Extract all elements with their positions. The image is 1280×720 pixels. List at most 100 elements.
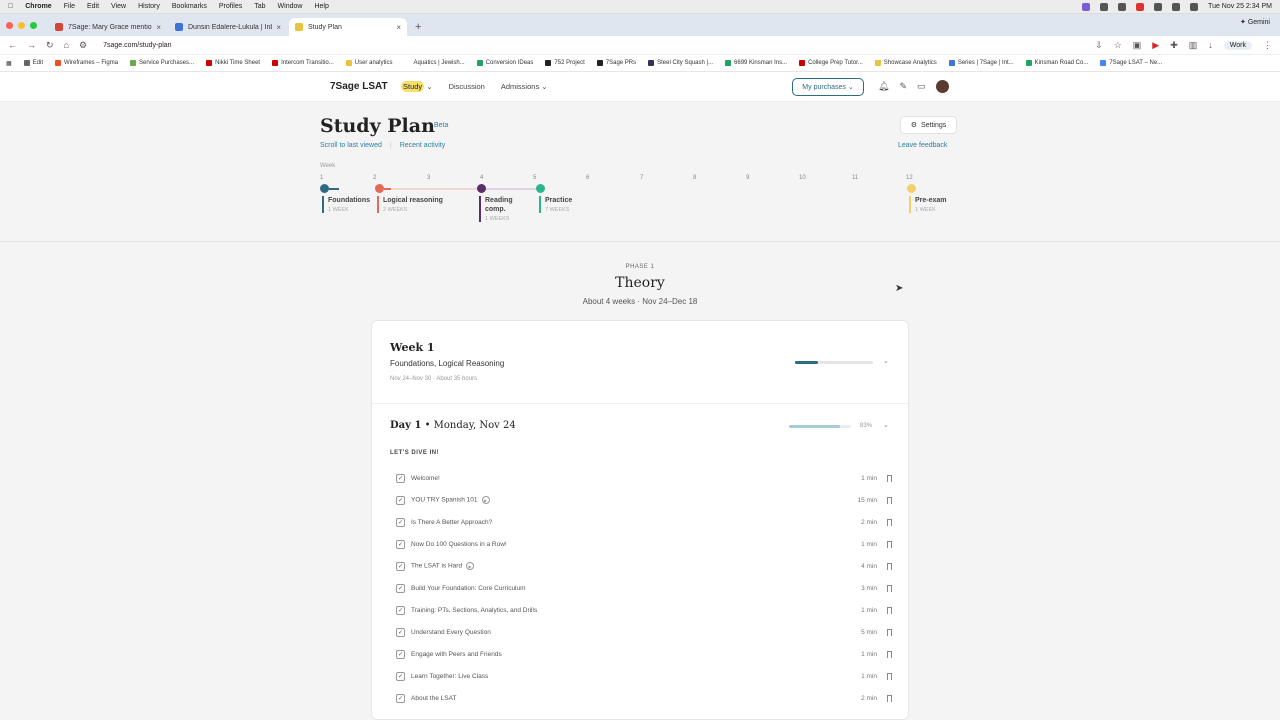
bookmark-item[interactable]: Aquatics | Jewish...	[404, 60, 465, 66]
bookmark-item[interactable]: Service Purchases...	[130, 60, 194, 66]
site-logo[interactable]: 7Sage LSAT	[330, 81, 388, 92]
lesson-row[interactable]: ✓ The LSAT is Hard ▶ 4 min	[396, 558, 892, 574]
bookmark-icon[interactable]	[887, 672, 892, 680]
lesson-checkbox[interactable]: ✓	[396, 561, 405, 571]
lesson-checkbox[interactable]: ✓	[396, 583, 405, 593]
menubar-clock[interactable]: Tue Nov 25 2:34 PM	[1208, 3, 1272, 10]
reload-icon[interactable]: ↻	[46, 40, 54, 51]
close-tab-icon[interactable]: ×	[276, 23, 281, 32]
lesson-row[interactable]: ✓ Is There A Better Approach? 2 min	[396, 514, 892, 530]
bookmark-item[interactable]: Kinsman Road Co...	[1025, 60, 1088, 66]
bookmark-item[interactable]: Conversion IDeas	[476, 60, 533, 66]
lesson-title[interactable]: Now Do 100 Questions in a Row!	[411, 541, 861, 548]
menu-file[interactable]: File	[64, 3, 75, 10]
bookmark-icon[interactable]	[887, 606, 892, 614]
leave-feedback-link[interactable]: Leave feedback	[898, 142, 947, 149]
menu-history[interactable]: History	[138, 3, 160, 10]
lesson-row[interactable]: ✓ About the LSAT 2 min	[396, 690, 892, 706]
close-tab-icon[interactable]: ×	[156, 23, 161, 32]
lesson-row[interactable]: ✓ Build Your Foundation: Core Curriculum 3…	[396, 580, 892, 596]
bookmark-icon[interactable]	[887, 650, 892, 658]
bookmark-icon[interactable]	[887, 518, 892, 526]
lesson-row[interactable]: ✓ Engage with Peers and Friends 1 min	[396, 646, 892, 662]
browser-tab[interactable]: 7Sage: Mary Grace mentione ×	[49, 18, 167, 36]
lesson-title[interactable]: The LSAT is Hard ▶	[411, 562, 861, 570]
bookmark-item[interactable]: Series | 7Sage | Int...	[948, 60, 1014, 66]
lesson-checkbox[interactable]: ✓	[396, 693, 405, 703]
browser-tab[interactable]: Dunsin Edalere-Lukula | Inbo ×	[169, 18, 287, 36]
scroll-to-last-viewed-link[interactable]: Scroll to last viewed	[320, 142, 382, 149]
bookmark-icon[interactable]	[887, 584, 892, 592]
lesson-checkbox[interactable]: ✓	[396, 605, 405, 615]
lesson-checkbox[interactable]: ✓	[396, 627, 405, 637]
apps-icon[interactable]: ▦	[6, 60, 12, 67]
lesson-row[interactable]: ✓ Understand Every Question 5 min	[396, 624, 892, 640]
lesson-title[interactable]: Engage with Peers and Friends	[411, 651, 861, 658]
lesson-row[interactable]: ✓ Welcome! 1 min	[396, 470, 892, 486]
status-app-icon[interactable]	[1136, 2, 1145, 11]
menu-edit[interactable]: Edit	[87, 3, 99, 10]
bookmark-icon[interactable]	[887, 540, 892, 548]
my-purchases-button[interactable]: My purchases ⌄	[792, 78, 864, 96]
lesson-checkbox[interactable]: ✓	[396, 495, 405, 505]
wifi-icon[interactable]	[1172, 2, 1181, 11]
lesson-title[interactable]: YOU TRY Spanish 101 ▶	[411, 496, 857, 504]
bookmark-item[interactable]: Steel City Squash |...	[648, 60, 713, 66]
lesson-checkbox[interactable]: ✓	[396, 671, 405, 681]
nav-study[interactable]: Study ⌄	[401, 81, 433, 92]
bookmark-item[interactable]: 7Sage LSAT – Ne...	[1100, 60, 1162, 66]
extension-icon[interactable]: ▣	[1133, 40, 1142, 51]
bookmark-item[interactable]: Edit	[23, 60, 43, 66]
lesson-checkbox[interactable]: ✓	[396, 649, 405, 659]
url-field[interactable]: 7sage.com/study-plan	[103, 42, 171, 49]
phase-practice[interactable]: Practice 7 WEEKS	[539, 196, 572, 213]
lesson-row[interactable]: ✓ Now Do 100 Questions in a Row! 1 min	[396, 536, 892, 552]
phase-marker-practice[interactable]	[536, 184, 545, 193]
chevron-down-icon[interactable]: ⌄	[883, 357, 889, 365]
phase-pre-exam[interactable]: Pre-exam 1 WEEK	[909, 196, 947, 213]
menu-window[interactable]: Window	[278, 3, 303, 10]
nav-admissions[interactable]: Admissions ⌄	[501, 82, 548, 91]
more-menu-icon[interactable]: ⋮	[1263, 40, 1272, 51]
bookmark-item[interactable]: Intercom Transitio...	[272, 60, 334, 66]
forward-icon[interactable]: →	[27, 40, 36, 50]
bookmark-item[interactable]: Nikki Time Sheet	[206, 60, 260, 66]
phase-marker-foundations[interactable]	[320, 184, 329, 193]
bookmark-icon[interactable]	[887, 628, 892, 636]
lesson-title[interactable]: Is There A Better Approach?	[411, 519, 861, 526]
close-tab-icon[interactable]: ×	[396, 23, 401, 32]
phase-marker-pre-exam[interactable]	[907, 184, 916, 193]
lesson-row[interactable]: ✓ Training: PTs, Sections, Analytics, and…	[396, 602, 892, 618]
menu-chrome[interactable]: Chrome	[25, 3, 51, 10]
lesson-checkbox[interactable]: ✓	[396, 517, 405, 527]
apple-icon[interactable]: 	[8, 3, 13, 10]
lesson-title[interactable]: Learn Together: Live Class	[411, 673, 861, 680]
extensions-puzzle-icon[interactable]: ✚	[1170, 40, 1178, 51]
downloads-icon[interactable]: ↓	[1208, 40, 1213, 50]
lesson-checkbox[interactable]: ✓	[396, 473, 405, 483]
notifications-bell-icon[interactable]: 🔔︎	[878, 81, 889, 92]
avatar[interactable]	[935, 80, 949, 93]
status-app-icon[interactable]	[1082, 2, 1091, 11]
lesson-title[interactable]: About the LSAT	[411, 695, 861, 702]
lesson-row[interactable]: ✓ YOU TRY Spanish 101 ▶ 15 min	[396, 492, 892, 508]
site-info-icon[interactable]: ⚙	[79, 40, 87, 51]
search-icon[interactable]	[1190, 2, 1199, 11]
phase-logical-reasoning[interactable]: Logical reasoning 2 WEEKS	[377, 196, 443, 213]
lesson-title[interactable]: Welcome!	[411, 475, 861, 482]
side-panel-icon[interactable]: ▥	[1189, 40, 1198, 51]
status-app-icon[interactable]	[1154, 2, 1163, 11]
day-heading[interactable]: Day 1 • Monday, Nov 24	[390, 420, 516, 431]
chevron-down-icon[interactable]: ⌄	[883, 421, 889, 429]
phase-marker-reading-comp[interactable]	[477, 184, 486, 193]
lesson-title[interactable]: Training: PTs, Sections, Analytics, and …	[411, 607, 861, 614]
edit-icon[interactable]: ✎	[899, 81, 907, 92]
profile-button[interactable]: Work	[1223, 40, 1252, 50]
close-window-button[interactable]	[6, 21, 13, 29]
bookmark-icon[interactable]	[887, 474, 892, 482]
menu-help[interactable]: Help	[314, 3, 328, 10]
bookmark-star-icon[interactable]: ☆	[1114, 40, 1122, 51]
menu-view[interactable]: View	[111, 3, 126, 10]
status-app-icon[interactable]	[1100, 2, 1109, 11]
phase-marker-logical-reasoning[interactable]	[375, 184, 384, 193]
